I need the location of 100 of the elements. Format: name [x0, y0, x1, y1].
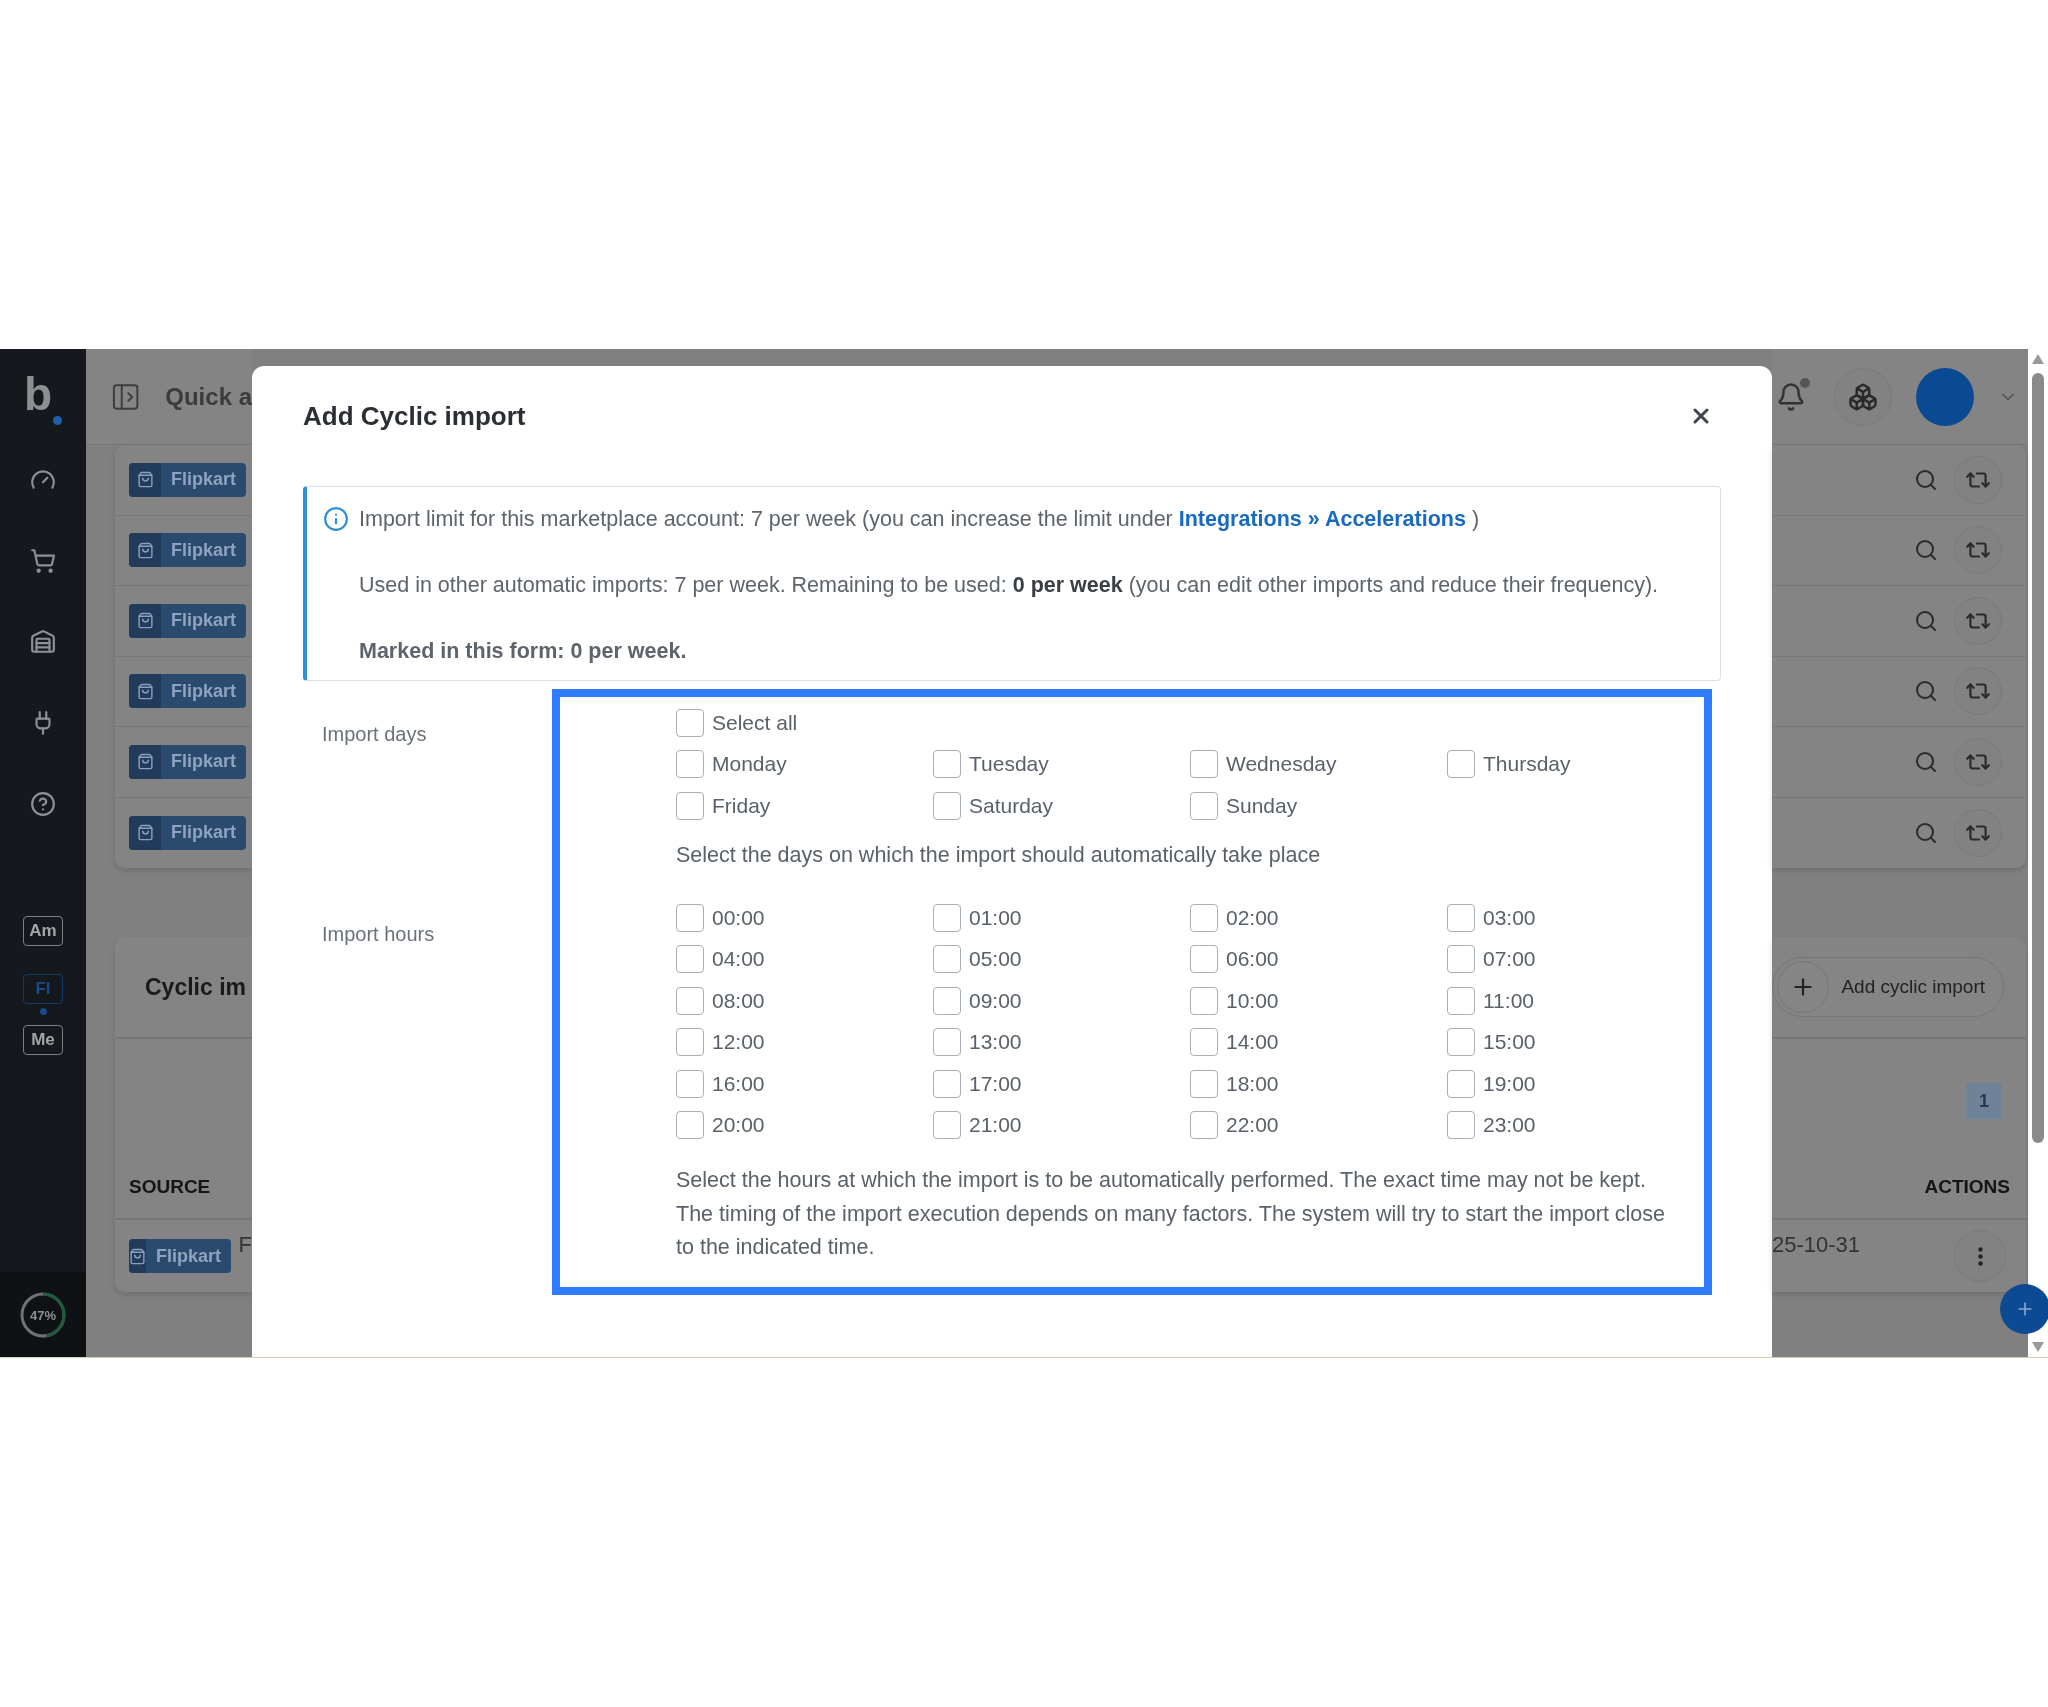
checkbox[interactable]	[676, 945, 704, 974]
checkbox[interactable]	[1447, 1069, 1475, 1098]
checkbox[interactable]	[933, 986, 961, 1015]
checkbox-label: 07:00	[1483, 947, 1536, 972]
checkbox-label: 01:00	[969, 905, 1022, 930]
shopping-bag-icon	[136, 824, 154, 842]
checkbox[interactable]	[933, 903, 961, 932]
checkbox[interactable]	[676, 1028, 704, 1057]
marketplace-badge: Flipkart	[129, 603, 246, 638]
checkbox[interactable]	[1447, 945, 1475, 974]
checkbox[interactable]	[1190, 1028, 1218, 1057]
checkbox-label: 14:00	[1226, 1030, 1279, 1055]
search-icon[interactable]	[1914, 538, 1938, 563]
help-text: Select the days on which the import should automatically take place	[676, 841, 1322, 869]
checkbox[interactable]	[676, 1069, 704, 1098]
table-cell: F	[238, 1232, 252, 1258]
sync-button[interactable]	[1954, 455, 2002, 504]
sync-button[interactable]	[1954, 667, 2002, 716]
checkbox-label: Wednesday	[1226, 752, 1337, 777]
account-switch[interactable]: Me	[23, 1025, 63, 1055]
sync-button[interactable]	[1954, 808, 2002, 857]
sync-button[interactable]	[1954, 526, 2002, 575]
checkbox-label: Tuesday	[969, 752, 1049, 777]
checkbox-label: Friday	[712, 793, 771, 818]
checkbox-label: 05:00	[969, 947, 1022, 972]
marketplace-badge: Flipkart	[129, 674, 246, 709]
checkbox[interactable]	[933, 791, 961, 820]
help-text: Select the hours at which the import is to be automatically performed. The exact time may not be kept. The timing of the import execution depends on many factors. The system will try to start the import close to the indicated time.	[676, 1167, 1667, 1261]
search-icon[interactable]	[1914, 820, 1938, 845]
warehouse-icon[interactable]	[30, 628, 56, 655]
checkbox[interactable]	[676, 903, 704, 932]
scroll-down-icon[interactable]	[2031, 1341, 2045, 1353]
account-switch[interactable]: Am	[23, 916, 63, 946]
search-icon[interactable]	[1914, 467, 1938, 492]
avatar[interactable]	[1916, 367, 1974, 426]
checkbox[interactable]	[1190, 903, 1218, 932]
shopping-bag-icon	[136, 541, 154, 559]
sync-button[interactable]	[1954, 737, 2002, 786]
checkbox[interactable]	[1447, 1028, 1475, 1057]
add-cyclic-import-button[interactable]: Add cyclic import	[1772, 957, 2004, 1017]
marketplace-badge: Flipkart	[129, 744, 246, 779]
checkbox[interactable]	[1190, 750, 1218, 779]
checkbox-label: Select all	[712, 710, 798, 735]
checkbox-label: 19:00	[1483, 1071, 1536, 1096]
checkbox-label: Saturday	[969, 793, 1054, 818]
checkbox[interactable]	[1447, 750, 1475, 779]
shopping-bag-icon	[136, 471, 154, 489]
logo[interactable]: b	[23, 349, 63, 439]
checkbox[interactable]	[676, 791, 704, 820]
checkbox-label: 17:00	[969, 1071, 1022, 1096]
usage-text: Used in other automatic imports: 7 per week. Remaining to be used: 0 per week (you can edit other imports and reduce their frequency).	[359, 572, 1659, 599]
usage-percent: 47%	[30, 1308, 56, 1321]
search-icon[interactable]	[1914, 679, 1938, 704]
checkbox[interactable]	[933, 1069, 961, 1098]
checkbox[interactable]	[676, 986, 704, 1015]
checkbox-label: Monday	[712, 752, 787, 777]
shopping-bag-icon	[136, 753, 154, 771]
checkbox[interactable]	[1190, 945, 1218, 974]
checkbox[interactable]	[933, 1028, 961, 1057]
accelerations-link[interactable]: Integrations » Accelerations	[1178, 507, 1466, 531]
checkbox[interactable]	[1190, 1111, 1218, 1140]
active-dot	[39, 1008, 47, 1015]
checkbox-label: Sunday	[1226, 793, 1298, 818]
page-number[interactable]: 1	[1966, 1083, 2002, 1119]
cart-icon[interactable]	[30, 547, 56, 574]
usage-ring	[19, 1290, 67, 1339]
add-fab[interactable]	[2000, 1284, 2048, 1334]
help-icon[interactable]	[30, 790, 56, 817]
checkbox-label: 16:00	[712, 1071, 765, 1096]
date-cell: 25-10-31	[1772, 1232, 1861, 1258]
checkbox[interactable]	[1447, 1111, 1475, 1140]
checkbox[interactable]	[1190, 791, 1218, 820]
checkbox[interactable]	[676, 750, 704, 779]
shopping-bag-icon	[136, 612, 154, 630]
checkbox-label: 23:00	[1483, 1113, 1536, 1138]
marked-text: Marked in this form: 0 per week.	[359, 638, 688, 665]
checkbox[interactable]	[1447, 986, 1475, 1015]
checkbox[interactable]	[676, 1111, 704, 1140]
marketplace-badge: Flipkart	[129, 533, 246, 568]
checkbox[interactable]	[933, 945, 961, 974]
checkbox-label: Thursday	[1483, 752, 1571, 777]
boxes-icon	[1848, 381, 1878, 412]
modal-title: Add Cyclic import	[303, 400, 526, 432]
scroll-up-icon[interactable]	[2031, 353, 2045, 365]
search-icon[interactable]	[1914, 608, 1938, 633]
checkbox-label: 04:00	[712, 947, 765, 972]
sync-button[interactable]	[1954, 596, 2002, 645]
checkbox-label: 15:00	[1483, 1030, 1536, 1055]
shopping-bag-icon	[129, 1247, 146, 1265]
checkbox[interactable]	[676, 708, 704, 737]
checkbox-label: 03:00	[1483, 905, 1536, 930]
checkbox-label: 10:00	[1226, 988, 1279, 1013]
info-icon	[323, 506, 349, 532]
checkbox[interactable]	[933, 1111, 961, 1140]
limit-text: Import limit for this marketplace account: 7 per week (you can increase the limit under Integrations » Accelerations )	[359, 506, 1481, 533]
checkbox[interactable]	[1190, 986, 1218, 1015]
search-icon[interactable]	[1914, 749, 1938, 774]
checkbox[interactable]	[933, 750, 961, 779]
checkbox[interactable]	[1447, 903, 1475, 932]
checkbox[interactable]	[1190, 1069, 1218, 1098]
